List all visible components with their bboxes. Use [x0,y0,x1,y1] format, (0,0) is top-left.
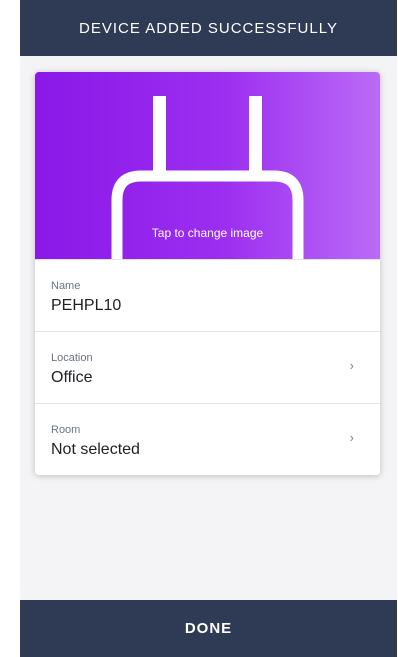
room-label: Room [51,424,81,436]
done-button[interactable]: DONE [20,600,397,657]
name-label: Name [51,280,81,292]
room-field-row[interactable]: Room Not selected › [35,403,380,475]
room-value: Not selected [51,441,140,458]
screen-title: DEVICE ADDED SUCCESSFULLY [79,19,338,37]
device-image-area[interactable]: Tap to change image [35,72,380,259]
chevron-right-icon: › [349,358,354,373]
device-card: Tap to change image Name PEHPL10 Locatio… [35,72,380,475]
change-image-caption: Tap to change image [151,226,264,240]
top-bar: DEVICE ADDED SUCCESSFULLY [20,0,397,56]
name-value: PEHPL10 [51,297,122,314]
done-label: DONE [184,620,233,637]
location-field-row[interactable]: Location Office › [35,331,380,404]
location-value: Office [51,369,93,386]
name-field-row[interactable]: Name PEHPL10 [35,259,380,332]
chevron-right-icon: › [349,430,354,445]
location-label: Location [51,352,93,364]
content-area: Tap to change image Name PEHPL10 Locatio… [20,56,397,600]
app-screen: DEVICE ADDED SUCCESSFULLY Tap to change … [20,0,397,657]
